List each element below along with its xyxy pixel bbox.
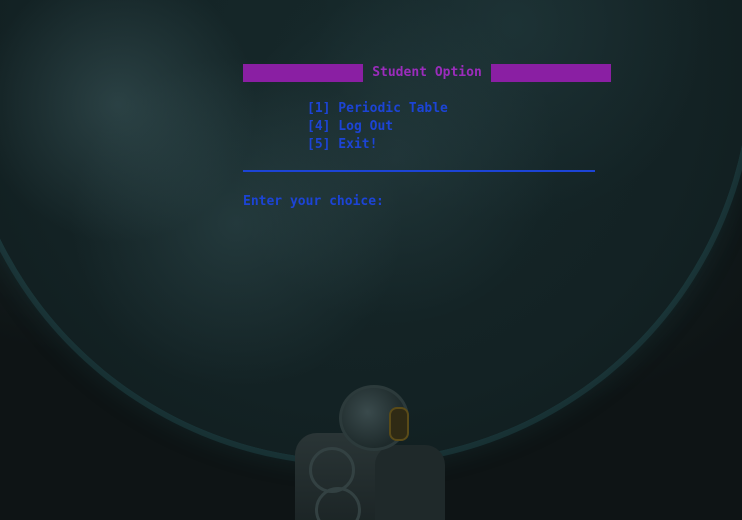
menu-options: [1] Periodic Table [4] Log Out [5] Exit! <box>307 100 611 154</box>
astronaut-wallpaper-image <box>295 385 445 520</box>
menu-divider <box>243 170 595 172</box>
menu-title: Student Option <box>372 65 482 80</box>
option-exit[interactable]: [5] Exit! <box>307 136 611 154</box>
title-bar-right <box>491 64 611 82</box>
choice-prompt[interactable]: Enter your choice: <box>243 193 611 211</box>
terminal-window[interactable]: Student Option [1] Periodic Table [4] Lo… <box>0 0 742 520</box>
title-bar-left <box>243 64 363 82</box>
option-log-out[interactable]: [4] Log Out <box>307 118 611 136</box>
menu-header: Student Option <box>243 64 611 82</box>
student-option-menu: Student Option [1] Periodic Table [4] Lo… <box>243 64 611 211</box>
option-periodic-table[interactable]: [1] Periodic Table <box>307 100 611 118</box>
